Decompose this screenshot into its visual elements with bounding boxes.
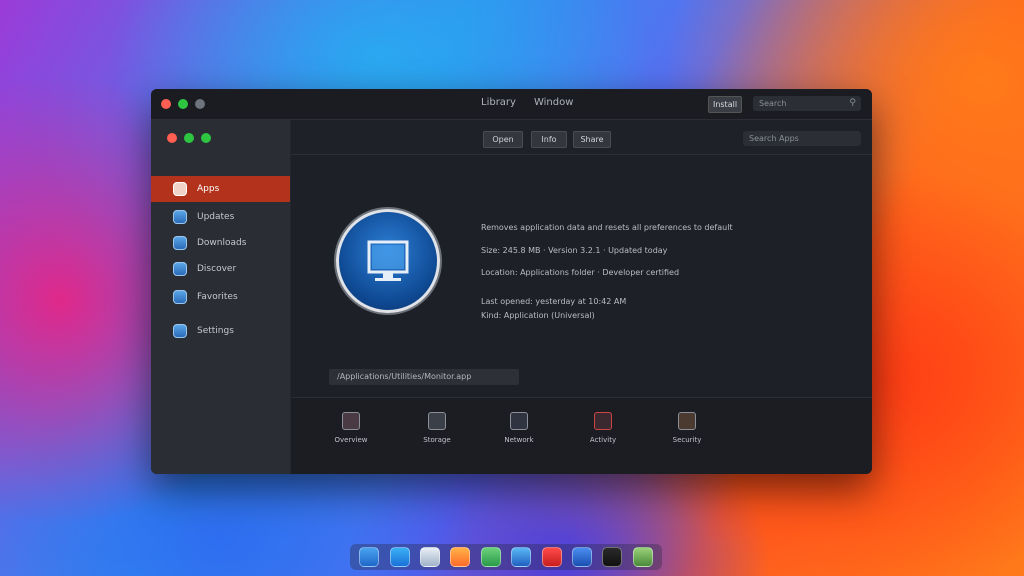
sidebar-item-label: Favorites [197,292,238,302]
activity-icon [594,412,612,430]
toolbar-search-input[interactable]: Search Apps [743,131,861,146]
sidebar-item-label: Updates [197,212,235,222]
sidebar-item-downloads[interactable]: Downloads [151,230,290,256]
app-monitor-icon [336,209,440,313]
sidebar-item-label: Downloads [197,238,247,248]
sidebar: Apps Updates Downloads Discover Favorite… [151,120,291,474]
finder-icon[interactable] [359,547,380,567]
title-tab-window[interactable]: Window [534,97,573,108]
settings-icon [173,324,187,338]
bottom-item-overview[interactable]: Overview [321,412,381,444]
sidebar-item-settings[interactable]: Settings [151,318,290,344]
sidebar-item-apps[interactable]: Apps [151,176,290,202]
bottom-item-security[interactable]: Security [657,412,717,444]
security-icon [678,412,696,430]
title-bar: Library Window Install Search ⚲ [151,89,872,120]
close-window-button[interactable] [161,99,171,109]
bottom-item-label: Network [504,436,534,444]
favorites-icon [173,290,187,304]
toolbar: Open Info Share Search Apps [291,120,872,155]
network-icon [510,412,528,430]
storage-icon [428,412,446,430]
photos-icon[interactable] [450,547,471,567]
sidebar-minimize-dot[interactable] [184,133,194,143]
sidebar-item-updates[interactable]: Updates [151,204,290,230]
sidebar-item-label: Apps [197,184,220,194]
bottom-item-activity[interactable]: Activity [573,412,633,444]
bottom-item-label: Activity [589,436,617,444]
safari-icon[interactable] [511,547,532,567]
downloads-icon [173,236,187,250]
bottom-item-label: Security [672,436,702,444]
sidebar-item-label: Discover [197,264,237,274]
zoom-window-button[interactable] [195,99,205,109]
detail-line-kind: Kind: Application (Universal) [481,311,595,320]
overview-icon [342,412,360,430]
toolbar-search-placeholder: Search Apps [749,134,799,143]
app-window: Library Window Install Search ⚲ Apps Upd… [151,89,872,474]
open-button[interactable]: Open [483,131,523,148]
bottom-item-storage[interactable]: Storage [407,412,467,444]
sidebar-zoom-dot[interactable] [201,133,211,143]
detail-line-location: Location: Applications folder · Develope… [481,268,680,277]
dock [350,544,662,570]
detail-line-description: Removes application data and resets all … [481,223,733,232]
title-tab-library[interactable]: Library [481,97,516,108]
updates-icon [173,210,187,224]
bottom-toolbar: Overview Storage Network Activity Securi… [291,397,872,474]
appstore-icon[interactable] [389,547,410,567]
terminal-icon[interactable] [602,547,623,567]
sidebar-close-dot[interactable] [167,133,177,143]
bottom-item-label: Overview [334,436,368,444]
sidebar-item-label: Settings [197,326,234,336]
discover-icon [173,262,187,276]
detail-line-last-opened: Last opened: yesterday at 10:42 AM [481,297,627,306]
news-icon[interactable] [541,547,562,567]
share-button[interactable]: Share [573,131,611,148]
preview-icon[interactable] [632,547,653,567]
detail-line-size: Size: 245.8 MB · Version 3.2.1 · Updated… [481,246,668,255]
minimize-window-button[interactable] [178,99,188,109]
search-icon: ⚲ [849,98,856,108]
maps-icon[interactable] [480,547,501,567]
path-field[interactable]: /Applications/Utilities/Monitor.app [329,369,519,385]
bottom-item-label: Storage [423,436,451,444]
sidebar-controls [167,133,211,143]
info-button[interactable]: Info [531,131,567,148]
install-button[interactable]: Install [708,96,742,113]
sidebar-item-discover[interactable]: Discover [151,256,290,282]
apps-icon [173,182,187,196]
title-search-placeholder: Search [759,99,787,108]
title-tabs: Library Window [481,97,573,108]
window-controls [161,99,205,109]
sidebar-item-favorites[interactable]: Favorites [151,284,290,310]
title-search-input[interactable]: Search ⚲ [753,96,861,111]
bottom-item-network[interactable]: Network [489,412,549,444]
mail-icon[interactable] [571,547,592,567]
calendar-icon[interactable] [419,547,440,567]
